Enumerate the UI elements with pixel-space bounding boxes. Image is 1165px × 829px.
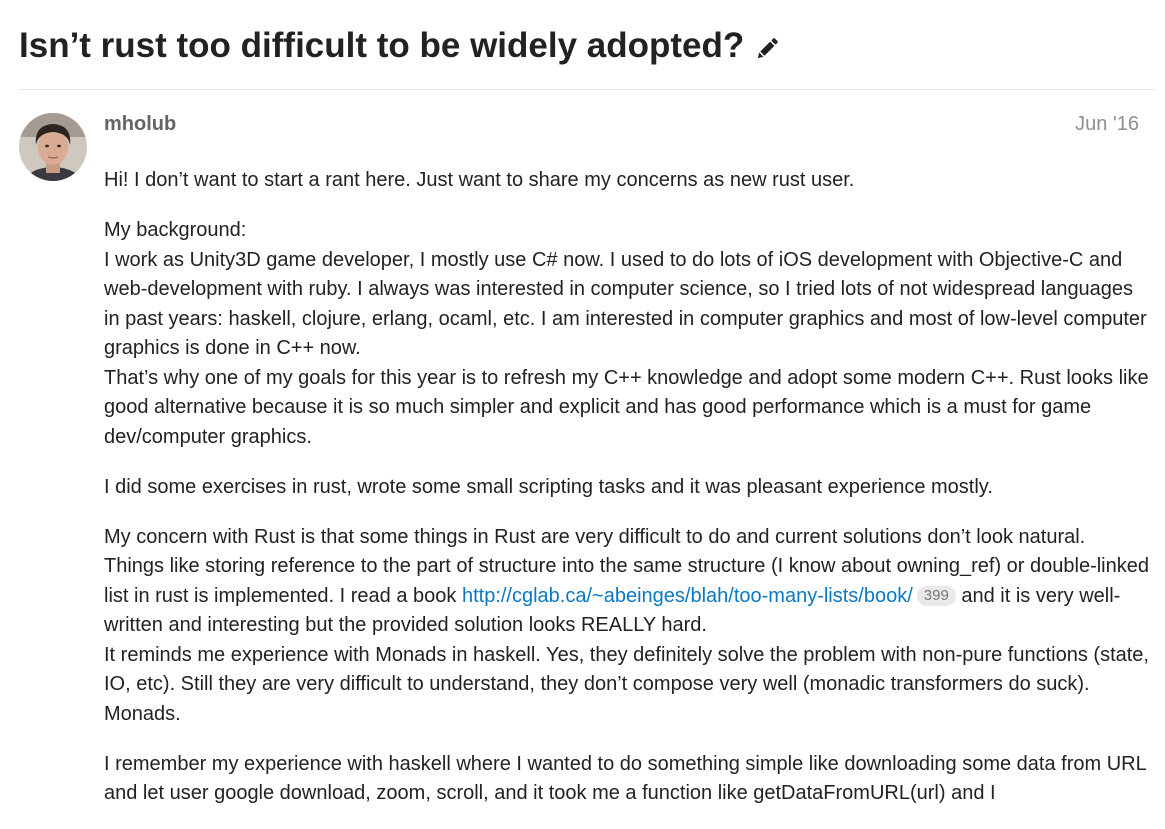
- post-paragraph: My background: I work as Unity3D game de…: [104, 216, 1149, 452]
- post-paragraph: I remember my experience with haskell wh…: [104, 752, 1146, 805]
- book-link[interactable]: http://cglab.ca/~abeinges/blah/too-many-…: [462, 585, 913, 607]
- user-avatar[interactable]: [19, 113, 87, 181]
- link-click-count: 399: [916, 585, 956, 606]
- topic-title: Isn’t rust too difficult to be widely ad…: [19, 26, 745, 65]
- post-line: It reminds me experience with Monads in …: [104, 643, 1149, 725]
- post-paragraph: My concern with Rust is that some things…: [104, 523, 1149, 730]
- post-paragraph: I did some exercises in rust, wrote some…: [104, 475, 993, 498]
- pencil-icon[interactable]: [753, 35, 781, 63]
- title-divider: [19, 89, 1155, 90]
- post-line: That’s why one of my goals for this year…: [104, 366, 1149, 448]
- post-author[interactable]: mholub: [104, 112, 176, 136]
- post-date[interactable]: Jun '16: [1075, 112, 1139, 136]
- topic-header: Isn’t rust too difficult to be widely ad…: [19, 22, 781, 70]
- post-line: I work as Unity3D game developer, I most…: [104, 248, 1147, 360]
- post-paragraph: Hi! I don’t want to start a rant here. J…: [104, 169, 855, 191]
- post-body: Hi! I don’t want to start a rant here. J…: [104, 166, 1149, 829]
- post-line: My background:: [104, 219, 247, 241]
